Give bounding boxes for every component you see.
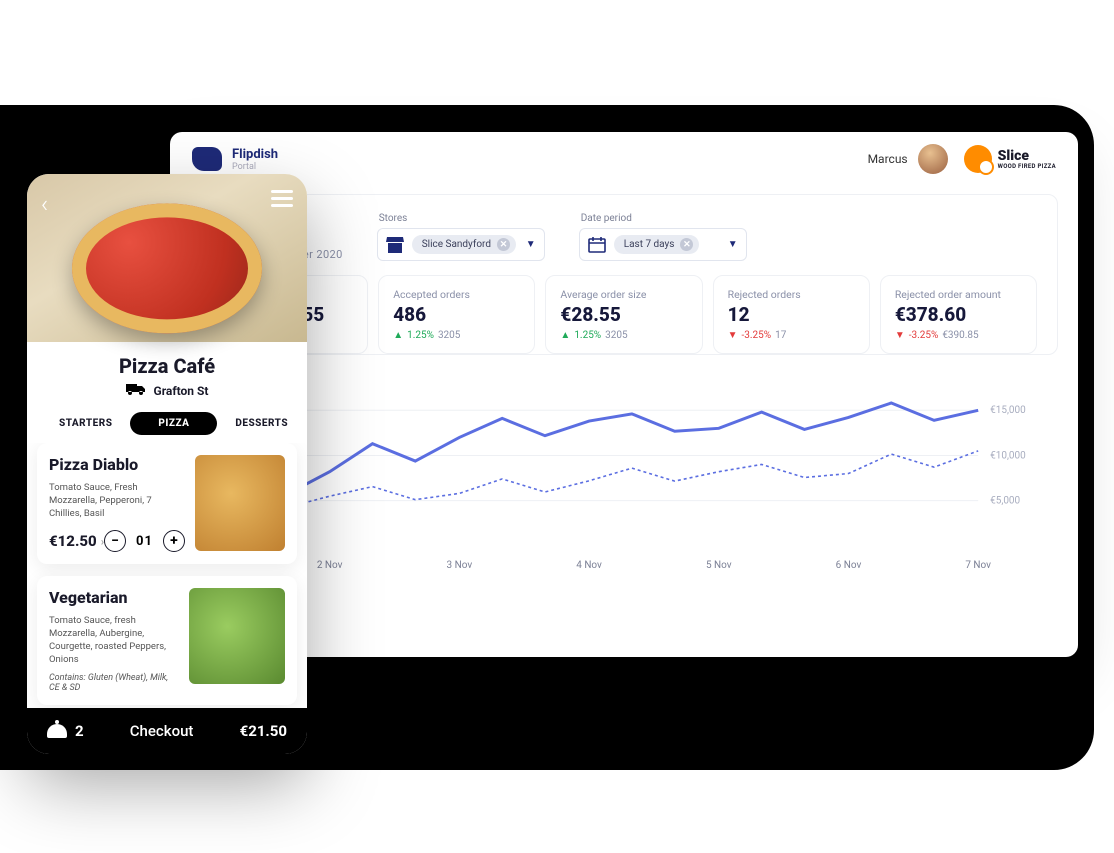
kpi-label: Rejected orders: [728, 288, 855, 301]
brand-sub: Portal: [232, 162, 278, 172]
stores-label: Stores: [379, 213, 545, 224]
avatar[interactable]: [918, 144, 948, 174]
kpi-card: Average order size €28.55 ▲1.25%3205: [545, 275, 702, 354]
cart-bar[interactable]: 2 Checkout €21.50: [27, 708, 307, 754]
kpi-card: Rejected orders 12 ▼-3.25%17: [713, 275, 870, 354]
kpi-delta: ▼-3.25%17: [728, 330, 855, 341]
cloche-icon: [47, 724, 67, 738]
kpi-label: Average order size: [560, 288, 687, 301]
store-chip[interactable]: Slice Sandyford ✕: [412, 235, 516, 254]
kpi-label: Accepted orders: [393, 288, 520, 301]
date-label: Date period: [581, 213, 747, 224]
item-desc: Tomato Sauce, fresh Mozzarella, Aubergin…: [49, 615, 179, 666]
date-chip-label: Last 7 days: [624, 239, 675, 250]
mobile-app: ‹ Pizza Café Grafton St STARTERSPIZZADES…: [27, 174, 307, 754]
store-chip-label: Slice Sandyford: [422, 239, 491, 250]
date-chip[interactable]: Last 7 days ✕: [614, 235, 700, 254]
delivery-truck-icon: [126, 382, 146, 400]
chart-title: Total order amount: [190, 373, 1058, 388]
kpi-value: 12: [728, 303, 855, 326]
kpi-value: €378.60: [895, 303, 1022, 326]
store-location-text: Grafton St: [154, 384, 209, 398]
slice-logo-icon: [964, 145, 992, 173]
cart-total: €21.50: [240, 722, 287, 740]
qty-plus-button[interactable]: +: [163, 530, 185, 552]
item-contains: Contains: Gluten (Wheat), Milk, CE & SD: [49, 673, 179, 693]
trend-down-icon: ▼: [728, 330, 738, 341]
qty-minus-button[interactable]: −: [104, 530, 126, 552]
checkout-label: Checkout: [98, 722, 226, 740]
svg-text:€5,000: €5,000: [990, 496, 1020, 507]
orders-card: Orders 1st - 7th November 2020 Stores Sl…: [190, 194, 1058, 355]
svg-text:€15,000: €15,000: [990, 405, 1026, 416]
tab-desserts[interactable]: DESSERTS: [217, 412, 306, 435]
kpi-value: 486: [393, 303, 520, 326]
partner-sub: WOOD FIRED PIZZA: [998, 163, 1056, 170]
kpi-row: Order amount€14,365.55▲1.25%3205Accepted…: [211, 275, 1037, 354]
date-selector[interactable]: Date period Last 7 days ✕ ▼: [579, 213, 747, 261]
item-image: [195, 455, 285, 551]
category-tabs: STARTERSPIZZADESSERTS: [41, 412, 293, 435]
svg-text:3 Nov: 3 Nov: [447, 560, 473, 571]
partner-name: Slice: [998, 149, 1056, 163]
quantity-stepper: − 01 +: [104, 530, 185, 552]
svg-text:6 Nov: 6 Nov: [836, 560, 862, 571]
svg-text:7 Nov: 7 Nov: [965, 560, 991, 571]
partner-logo: Slice WOOD FIRED PIZZA: [964, 145, 1056, 173]
back-button[interactable]: ‹: [41, 190, 48, 218]
calendar-icon: [588, 237, 606, 253]
brand-name: Flipdish: [232, 147, 278, 162]
trend-up-icon: ▲: [393, 330, 403, 341]
svg-text:2 Nov: 2 Nov: [317, 560, 343, 571]
tab-pizza[interactable]: PIZZA: [130, 412, 217, 435]
menu-items[interactable]: Pizza Diablo Tomato Sauce, Fresh Mozzare…: [27, 443, 307, 708]
trend-down-icon: ▼: [895, 330, 905, 341]
kpi-label: Rejected order amount: [895, 288, 1022, 301]
kpi-card: Accepted orders 486 ▲1.25%3205: [378, 275, 535, 354]
menu-item-card[interactable]: Vegetarian Tomato Sauce, fresh Mozzarell…: [37, 576, 297, 704]
hamburger-menu-icon[interactable]: [271, 190, 293, 207]
chevron-down-icon: ▼: [526, 239, 536, 250]
orders-line-chart: €5,000€10,000€15,0001 Nov2 Nov3 Nov4 Nov…: [190, 396, 1058, 576]
user-name: Marcus: [868, 152, 908, 166]
svg-text:4 Nov: 4 Nov: [576, 560, 602, 571]
item-name: Pizza Diablo: [49, 455, 185, 474]
svg-text:€10,000: €10,000: [990, 450, 1026, 461]
store-title: Pizza Café: [27, 354, 307, 378]
hero-image: ‹: [27, 174, 307, 342]
svg-text:5 Nov: 5 Nov: [706, 560, 732, 571]
chip-remove-icon[interactable]: ✕: [680, 238, 693, 251]
kpi-delta: ▲1.25%3205: [393, 330, 520, 341]
chart-section: Total order amount €5,000€10,000€15,0001…: [190, 373, 1058, 580]
flipdish-logo-icon: [192, 147, 222, 171]
item-image: [189, 588, 285, 684]
item-name: Vegetarian: [49, 588, 179, 607]
kpi-card: Rejected order amount €378.60 ▼-3.25%€390.…: [880, 275, 1037, 354]
kpi-value: €28.55: [560, 303, 687, 326]
chevron-down-icon: ▼: [728, 239, 738, 250]
stores-selector[interactable]: Stores Slice Sandyford ✕ ▼: [377, 213, 545, 261]
qty-value: 01: [136, 534, 153, 549]
store-location: Grafton St: [27, 382, 307, 400]
kpi-delta: ▼-3.25%€390.85: [895, 330, 1022, 341]
store-icon: [386, 237, 404, 253]
menu-item-card[interactable]: Pizza Diablo Tomato Sauce, Fresh Mozzare…: [37, 443, 297, 564]
trend-up-icon: ▲: [560, 330, 570, 341]
item-desc: Tomato Sauce, Fresh Mozzarella, Pepperon…: [49, 482, 185, 520]
item-price[interactable]: €12.50 ›: [49, 532, 104, 550]
cart-count: 2: [47, 722, 84, 740]
kpi-delta: ▲1.25%3205: [560, 330, 687, 341]
chip-remove-icon[interactable]: ✕: [497, 238, 510, 251]
tab-starters[interactable]: STARTERS: [41, 412, 130, 435]
